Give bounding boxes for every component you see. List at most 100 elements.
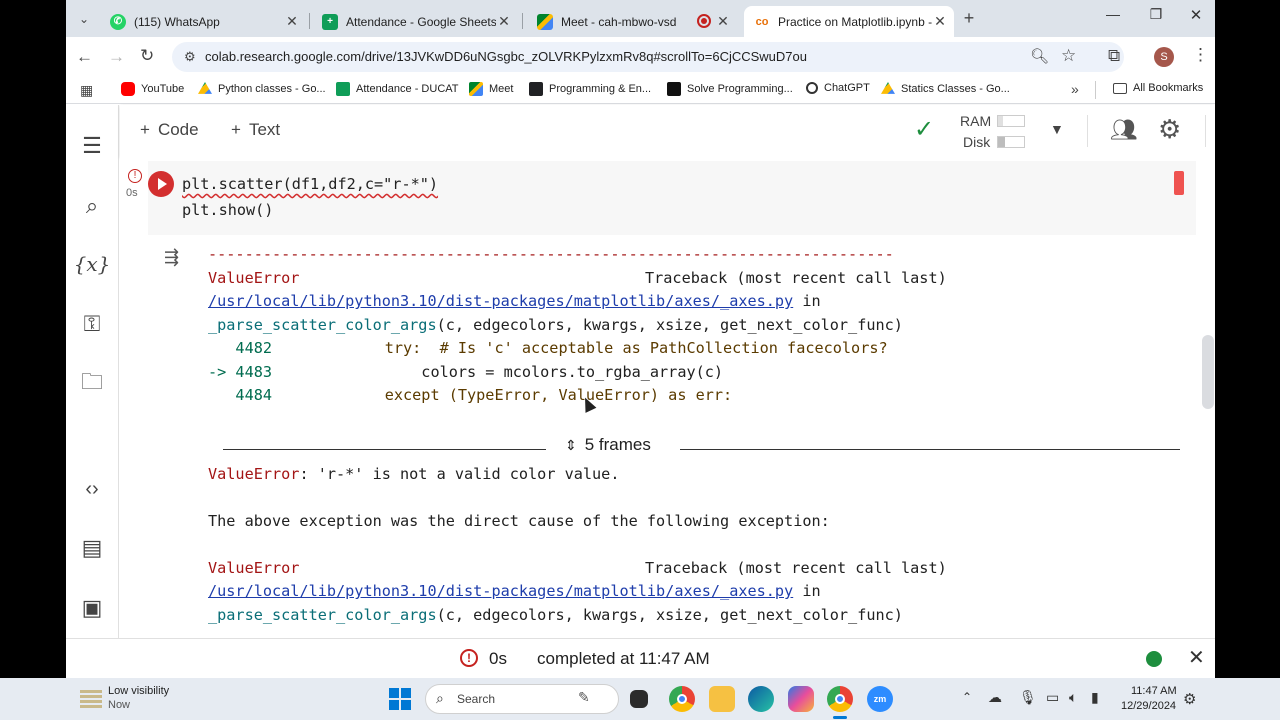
drive-icon xyxy=(198,82,212,94)
battery-icon[interactable]: ▮ xyxy=(1091,689,1099,706)
error-message: ValueError: 'r-*' is not a valid color v… xyxy=(208,465,620,483)
address-bar[interactable]: ⚙ colab.research.google.com/drive/13JVKw… xyxy=(172,42,1124,72)
apps-grid-icon[interactable]: ▦ xyxy=(80,82,93,99)
clock-time[interactable]: 11:47 AM xyxy=(1131,685,1177,697)
avatar[interactable]: S xyxy=(1154,47,1174,67)
bookmark-python-classes[interactable]: Python classes - Go... xyxy=(198,82,326,96)
code-line-2: plt.show() xyxy=(182,201,274,219)
search-icon[interactable]: ⌕ xyxy=(78,192,106,220)
traceback-path-1[interactable]: /usr/local/lib/python3.10/dist-packages/… xyxy=(208,292,821,310)
vertical-scrollbar[interactable] xyxy=(1202,335,1214,409)
meet-icon xyxy=(537,13,553,30)
execution-time: 0s xyxy=(126,187,138,199)
code-cell[interactable]: plt.scatter(df1,df2,c="r-*") plt.show() xyxy=(148,161,1196,235)
secrets-key-icon[interactable]: ⚿ xyxy=(78,310,106,338)
tab-attendance-sheets[interactable]: + Attendance - Google Sheets ✕ xyxy=(312,6,518,37)
onedrive-icon[interactable]: ☁ xyxy=(988,689,1002,706)
error-indicator-icon: ! xyxy=(128,169,142,183)
volume-icon[interactable]: 🔈︎ xyxy=(1069,689,1077,706)
status-error-icon: ! xyxy=(460,649,478,667)
bookmark-chatgpt[interactable]: ChatGPT xyxy=(806,82,870,94)
more-bookmarks-icon[interactable]: » xyxy=(1071,81,1079,97)
zoom-icon[interactable]: 🔍︎ xyxy=(1030,47,1049,65)
extensions-icon[interactable]: ⧉ xyxy=(1108,46,1120,66)
search-icon: ⌕ xyxy=(436,690,444,706)
expand-frames-button[interactable]: ⇕ 5 frames xyxy=(565,435,651,455)
windows-start-icon[interactable] xyxy=(389,688,411,710)
site-info-icon[interactable]: ⚙ xyxy=(184,49,196,65)
status-completed: completed at 11:47 AM xyxy=(537,649,710,668)
show-hidden-icons[interactable]: ⌃ xyxy=(962,690,972,704)
recording-icon xyxy=(697,14,711,28)
traceback-dashes: ----------------------------------------… xyxy=(208,245,894,263)
add-code-button[interactable]: + Code xyxy=(140,120,199,140)
bookmark-statics-classes[interactable]: Statics Classes - Go... xyxy=(881,82,1010,96)
error2-traceback-label: Traceback (most recent call last) xyxy=(645,559,947,577)
variables-icon[interactable]: {x} xyxy=(74,250,111,278)
bookmark-youtube[interactable]: YouTube xyxy=(121,82,184,96)
close-tab-icon[interactable]: ✕ xyxy=(932,13,948,30)
close-status-icon[interactable]: ✕ xyxy=(1188,645,1205,670)
settings-gear-icon[interactable]: ⚙ xyxy=(1158,114,1181,145)
colab-toolbar: +Code +Text ✓ RAM Disk ▼ 👥︎ ⚙ ⌄ xyxy=(120,105,1215,157)
clock-date[interactable]: 12/29/2024 xyxy=(1121,700,1176,712)
settings-gear-icon[interactable]: ⚙ xyxy=(1183,690,1196,708)
output-toggle-icon[interactable]: ⇶ xyxy=(164,247,179,268)
bookmark-programming[interactable]: Programming & En... xyxy=(529,82,651,96)
bookmark-page-icon xyxy=(667,82,681,96)
error1-traceback-label: Traceback (most recent call last) xyxy=(645,269,947,287)
chrome-active-icon[interactable] xyxy=(827,686,853,712)
files-folder-icon[interactable]: 🗀 xyxy=(78,369,106,398)
traceback-func-1: _parse_scatter_color_args(c, edgecolors,… xyxy=(208,316,903,334)
disk-meter xyxy=(997,136,1025,148)
bookmark-solve-programming[interactable]: Solve Programming... xyxy=(667,82,793,96)
tab-whatsapp[interactable]: ✆ (115) WhatsApp ✕ xyxy=(100,6,306,37)
task-view-icon[interactable] xyxy=(630,690,648,708)
all-bookmarks[interactable]: All Bookmarks xyxy=(1113,82,1203,94)
chrome-icon[interactable] xyxy=(669,686,695,712)
new-tab-button[interactable]: + xyxy=(959,8,979,28)
menu-icon[interactable]: ⋮ xyxy=(1192,45,1209,65)
runtime-status-dot xyxy=(1146,651,1162,667)
youtube-icon xyxy=(121,82,135,96)
restore-button[interactable]: ❐ xyxy=(1144,6,1168,30)
run-cell-button[interactable] xyxy=(148,171,174,197)
close-window-button[interactable]: ✕ xyxy=(1184,6,1208,30)
bookmark-attendance-ducat[interactable]: Attendance - DUCAT xyxy=(336,82,459,96)
active-app-indicator xyxy=(833,716,847,719)
code-line-1: plt.scatter(df1,df2,c="r-*") xyxy=(182,175,439,193)
bookmark-star-icon[interactable]: ☆ xyxy=(1061,46,1076,66)
network-icon[interactable]: ▭ xyxy=(1046,689,1059,706)
close-tab-icon[interactable]: ✕ xyxy=(496,13,512,30)
code-snippets-icon[interactable]: ‹› xyxy=(78,475,106,503)
zoom-app-icon[interactable]: zm xyxy=(867,686,893,712)
back-button[interactable]: ← xyxy=(76,47,93,67)
edge-icon[interactable] xyxy=(748,686,774,712)
url-text: colab.research.google.com/drive/13JVKwDD… xyxy=(205,49,807,64)
weather-haze-icon[interactable] xyxy=(80,688,102,708)
tab-search-icon[interactable]: ⌄ xyxy=(74,9,94,29)
plus-icon: + xyxy=(140,120,150,139)
frames-divider-right xyxy=(680,449,1180,450)
terminal-icon[interactable]: ▣ xyxy=(78,594,106,622)
whatsapp-icon: ✆ xyxy=(110,13,126,30)
minimize-button[interactable]: — xyxy=(1101,6,1125,30)
tab-colab-practice-matplotlib[interactable]: co Practice on Matplotlib.ipynb - C ✕ xyxy=(744,6,954,37)
microphone-icon[interactable]: 🎙︎ xyxy=(1019,689,1037,706)
bookmark-meet[interactable]: Meet xyxy=(469,82,513,96)
copilot-icon[interactable] xyxy=(788,686,814,712)
share-people-icon[interactable]: 👥︎ xyxy=(1110,117,1138,143)
frames-divider-left xyxy=(223,449,546,450)
forward-button[interactable]: → xyxy=(108,47,125,67)
reload-button[interactable]: ↻ xyxy=(140,46,154,66)
taskbar-search[interactable]: ⌕ Search ✎ xyxy=(425,684,619,714)
resources-dropdown-icon[interactable]: ▼ xyxy=(1050,121,1064,137)
close-tab-icon[interactable]: ✕ xyxy=(284,13,300,30)
command-palette-icon[interactable]: ▤ xyxy=(78,534,106,562)
table-of-contents-icon[interactable]: ☰ xyxy=(78,132,106,160)
tab-meet[interactable]: Meet - cah-mbwo-vsd ✕ xyxy=(527,6,737,37)
file-explorer-icon[interactable] xyxy=(709,686,735,712)
add-text-button[interactable]: + Text xyxy=(231,120,280,140)
close-tab-icon[interactable]: ✕ xyxy=(715,13,731,30)
traceback-path-2[interactable]: /usr/local/lib/python3.10/dist-packages/… xyxy=(208,582,821,600)
